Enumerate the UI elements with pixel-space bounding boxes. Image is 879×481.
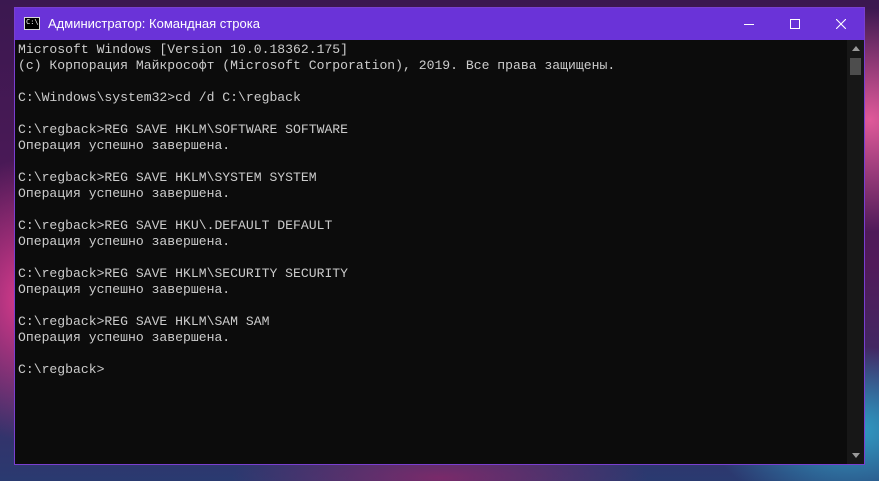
scroll-up-button[interactable] xyxy=(847,40,864,57)
window-title: Администратор: Командная строка xyxy=(48,16,260,31)
close-button[interactable] xyxy=(818,8,864,40)
scroll-up-arrow-icon xyxy=(851,46,860,51)
console-icon[interactable]: C:\ xyxy=(24,17,40,30)
console-line: Операция успешно завершена. xyxy=(18,138,231,153)
console-prompt[interactable]: C:\regback> xyxy=(18,362,848,378)
console-line: (c) Корпорация Майкрософт (Microsoft Cor… xyxy=(18,58,616,73)
console-line: Microsoft Windows [Version 10.0.18362.17… xyxy=(18,42,349,57)
close-icon xyxy=(836,19,846,29)
console-icon-label: C:\ xyxy=(26,18,39,26)
console-line: C:\regback>REG SAVE HKLM\SYSTEM SYSTEM xyxy=(18,170,317,185)
scroll-down-button[interactable] xyxy=(847,447,864,464)
vertical-scrollbar[interactable] xyxy=(847,40,864,464)
console-line: Операция успешно завершена. xyxy=(18,186,231,201)
console-lines: Microsoft Windows [Version 10.0.18362.17… xyxy=(15,40,848,378)
console-line: C:\regback>REG SAVE HKLM\SAM SAM xyxy=(18,314,270,329)
scroll-down-arrow-icon xyxy=(851,453,860,458)
console-window: C:\ Администратор: Командная строка Micr… xyxy=(14,7,865,465)
console-line: Операция успешно завершена. xyxy=(18,330,231,345)
console-line: C:\regback>REG SAVE HKLM\SOFTWARE SOFTWA… xyxy=(18,122,349,137)
title-bar[interactable]: C:\ Администратор: Командная строка xyxy=(15,8,864,40)
maximize-button[interactable] xyxy=(772,8,818,40)
console-line: Операция успешно завершена. xyxy=(18,234,231,249)
console-line: Операция успешно завершена. xyxy=(18,282,231,297)
console-line: C:\regback>REG SAVE HKU\.DEFAULT DEFAULT xyxy=(18,218,333,233)
minimize-icon xyxy=(744,24,754,25)
console-output[interactable]: Microsoft Windows [Version 10.0.18362.17… xyxy=(15,40,848,464)
console-line: C:\regback>REG SAVE HKLM\SECURITY SECURI… xyxy=(18,266,349,281)
maximize-icon xyxy=(790,19,800,29)
console-line: C:\Windows\system32>cd /d C:\regback xyxy=(18,90,301,105)
scrollbar-thumb[interactable] xyxy=(850,58,861,75)
minimize-button[interactable] xyxy=(726,8,772,40)
